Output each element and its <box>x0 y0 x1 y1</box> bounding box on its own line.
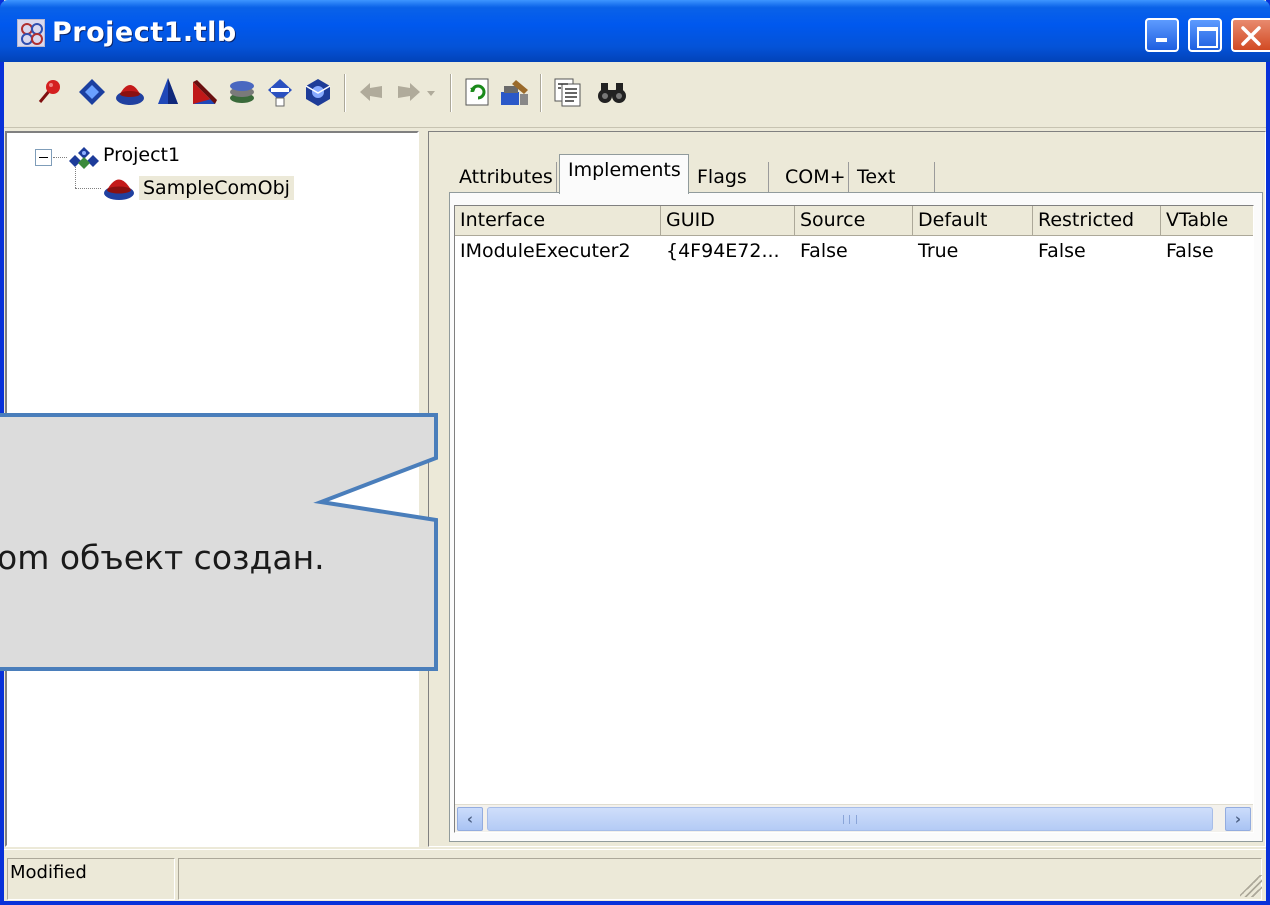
scroll-thumb[interactable] <box>487 807 1213 831</box>
tree-item-project[interactable]: Project1 <box>103 144 180 166</box>
column-header-restricted[interactable]: Restricted <box>1033 206 1161 236</box>
scroll-grip-icon <box>843 815 857 824</box>
horizontal-scrollbar[interactable]: ‹ › <box>455 804 1253 832</box>
cell-default: True <box>918 240 959 262</box>
app-window: Project1.tlb Project1 SampleComObj Attri… <box>0 0 1270 905</box>
toolbar-separator <box>450 74 452 112</box>
scroll-left-button[interactable]: ‹ <box>457 807 483 831</box>
layers-icon[interactable] <box>226 76 258 108</box>
implements-list[interactable]: Interface GUID Source Default Restricted… <box>454 205 1254 833</box>
tree-view[interactable]: Project1 SampleComObj <box>5 131 419 847</box>
app-icon <box>17 19 45 47</box>
coclass-icon <box>102 171 136 205</box>
project-icon <box>67 145 101 175</box>
window-title: Project1.tlb <box>52 17 237 48</box>
dropdown-icon[interactable] <box>424 76 438 108</box>
column-header-default[interactable]: Default <box>913 206 1033 236</box>
column-header-guid[interactable]: GUID <box>661 206 795 236</box>
column-header-vtable[interactable]: VTable <box>1161 206 1253 236</box>
cell-source: False <box>800 240 848 262</box>
toolbar-separator <box>344 74 346 112</box>
forward-icon[interactable] <box>392 76 424 108</box>
scroll-right-button[interactable]: › <box>1225 807 1251 831</box>
maximize-button[interactable] <box>1188 18 1222 52</box>
details-pane: Attributes Implements Flags COM+ Text In… <box>428 131 1266 847</box>
typelib-icon[interactable] <box>302 76 334 108</box>
build-icon[interactable] <box>498 76 530 108</box>
cell-vtable: False <box>1166 240 1214 262</box>
tab-implements[interactable]: Implements <box>559 154 689 194</box>
refresh-icon[interactable] <box>462 76 494 108</box>
toolbar-separator <box>540 74 542 112</box>
cell-restricted: False <box>1038 240 1086 262</box>
resize-grip-icon[interactable] <box>1240 875 1262 897</box>
back-icon[interactable] <box>356 76 388 108</box>
tree-item-samplecomobj[interactable]: SampleComObj <box>139 176 294 200</box>
tree-collapse-toggle[interactable] <box>35 149 52 166</box>
status-panel-secondary <box>178 858 1262 900</box>
status-text: Modified <box>10 862 87 883</box>
implements-panel: Interface GUID Source Default Restricted… <box>449 192 1263 842</box>
tab-attributes[interactable]: Attributes <box>451 162 557 192</box>
interface-diamond-icon[interactable] <box>76 76 108 108</box>
dispinterface-icon[interactable] <box>264 76 296 108</box>
view-text-icon[interactable] <box>552 76 584 108</box>
pyramid-icon[interactable] <box>152 76 184 108</box>
column-header-source[interactable]: Source <box>795 206 913 236</box>
tree-connector <box>53 157 67 158</box>
coclass-icon[interactable] <box>114 76 146 108</box>
close-button[interactable] <box>1231 18 1270 52</box>
minimize-button[interactable] <box>1145 18 1179 52</box>
toolbar <box>4 62 1266 128</box>
status-bar: Modified <box>4 849 1266 901</box>
tab-text[interactable]: Text <box>849 162 935 192</box>
module-icon[interactable] <box>188 76 220 108</box>
tab-flags[interactable]: Flags <box>689 162 769 192</box>
column-header-interface[interactable]: Interface <box>455 206 661 236</box>
pin-icon[interactable] <box>34 76 66 108</box>
title-bar[interactable]: Project1.tlb <box>0 0 1270 62</box>
tab-com-plus[interactable]: COM+ <box>777 162 849 192</box>
cell-guid: {4F94E72... <box>666 240 780 262</box>
find-icon[interactable] <box>596 76 628 108</box>
cell-interface: IModuleExecuter2 <box>460 240 631 262</box>
tree-connector <box>75 188 101 189</box>
